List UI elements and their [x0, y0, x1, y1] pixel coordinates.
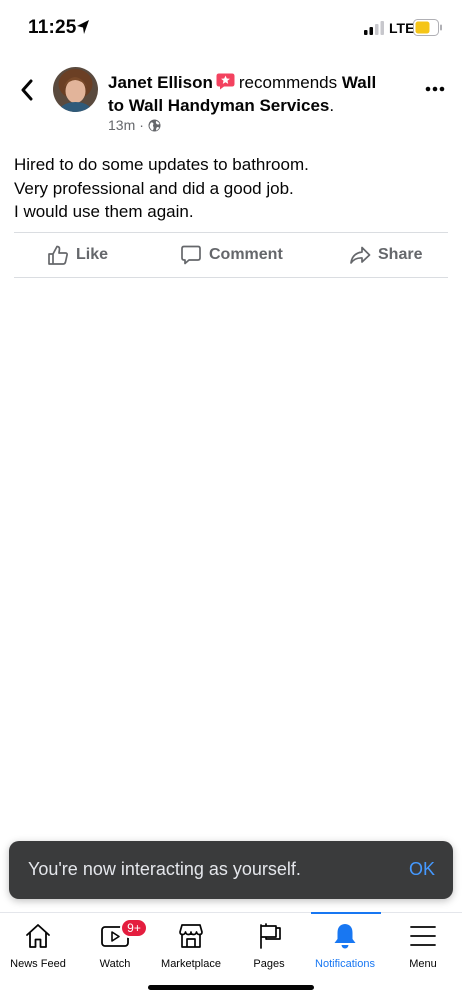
bell-icon: [334, 924, 356, 949]
battery-icon: [413, 19, 442, 36]
tab-pages[interactable]: Pages: [231, 921, 307, 977]
page-name-part-1: Wall: [341, 73, 377, 92]
tab-label: Marketplace: [161, 958, 221, 970]
author-avatar[interactable]: [53, 67, 98, 112]
watch-badge: 9+: [120, 918, 148, 938]
hamburger-icon: [410, 926, 436, 946]
tab-news-feed[interactable]: News Feed: [0, 921, 76, 977]
share-arrow-icon: [350, 246, 371, 264]
post-time[interactable]: 13m: [108, 117, 135, 133]
like-button[interactable]: Like: [47, 233, 108, 277]
author-name[interactable]: Janet Ellison: [108, 73, 213, 92]
comment-label: Comment: [209, 246, 283, 263]
post-meta: 13m ·: [108, 117, 161, 133]
back-button[interactable]: [14, 76, 40, 104]
tab-label: Notifications: [315, 958, 375, 970]
comment-bubble-icon: [181, 245, 201, 265]
status-time: 11:25: [28, 17, 77, 38]
share-button[interactable]: Share: [349, 233, 422, 277]
meta-separator: ·: [139, 117, 144, 133]
post-text-line: I would use them again.: [14, 202, 194, 221]
tab-menu[interactable]: Menu: [385, 921, 461, 977]
page-name-part-2: to Wall Handyman Services: [108, 96, 330, 115]
tab-label: Menu: [409, 958, 437, 970]
thumbs-up-icon: [48, 245, 68, 265]
interaction-toast: You're now interacting as yourself. OK: [9, 841, 453, 899]
tab-label: Watch: [99, 958, 131, 970]
like-label: Like: [76, 246, 109, 263]
home-icon: [26, 924, 50, 948]
globe-icon: [148, 119, 161, 131]
avatar-photo: [53, 67, 98, 112]
marketplace-icon: [179, 924, 203, 948]
signal-icon: [364, 21, 384, 35]
recommends-verb: recommends: [238, 73, 338, 92]
share-label: Share: [378, 246, 423, 263]
tab-label: Pages: [253, 958, 285, 970]
comment-button[interactable]: Comment: [180, 233, 283, 277]
more-dots-icon: [425, 86, 445, 92]
post-action-bar: Like Comment Share: [14, 232, 448, 278]
network-type: LTE: [389, 20, 415, 36]
tab-notifications[interactable]: Notifications: [307, 921, 383, 977]
page-suffix: .: [329, 96, 335, 115]
post-headline: Janet Ellison recommends Wall to Wall Han…: [108, 71, 398, 117]
tab-watch[interactable]: 9+ Watch: [77, 918, 153, 977]
post-text-line: Hired to do some updates to bathroom.: [14, 155, 309, 174]
toast-message: You're now interacting as yourself.: [28, 859, 301, 879]
flag-icon: [260, 923, 281, 949]
chevron-left-icon: [21, 79, 33, 101]
more-options-button[interactable]: [421, 82, 449, 96]
active-tab-indicator: [311, 912, 381, 914]
tab-label: News Feed: [10, 958, 66, 970]
toast-ok-button[interactable]: OK: [409, 859, 435, 880]
location-arrow-icon: [77, 20, 89, 34]
post-text: Hired to do some updates to bathroom. Ve…: [14, 153, 444, 224]
tab-marketplace[interactable]: Marketplace: [153, 921, 229, 977]
recommendation-icon: [216, 73, 235, 90]
post-text-line: Very professional and did a good job.: [14, 178, 294, 198]
home-indicator[interactable]: [148, 985, 314, 990]
status-bar: 11:25 LTE: [0, 0, 462, 56]
